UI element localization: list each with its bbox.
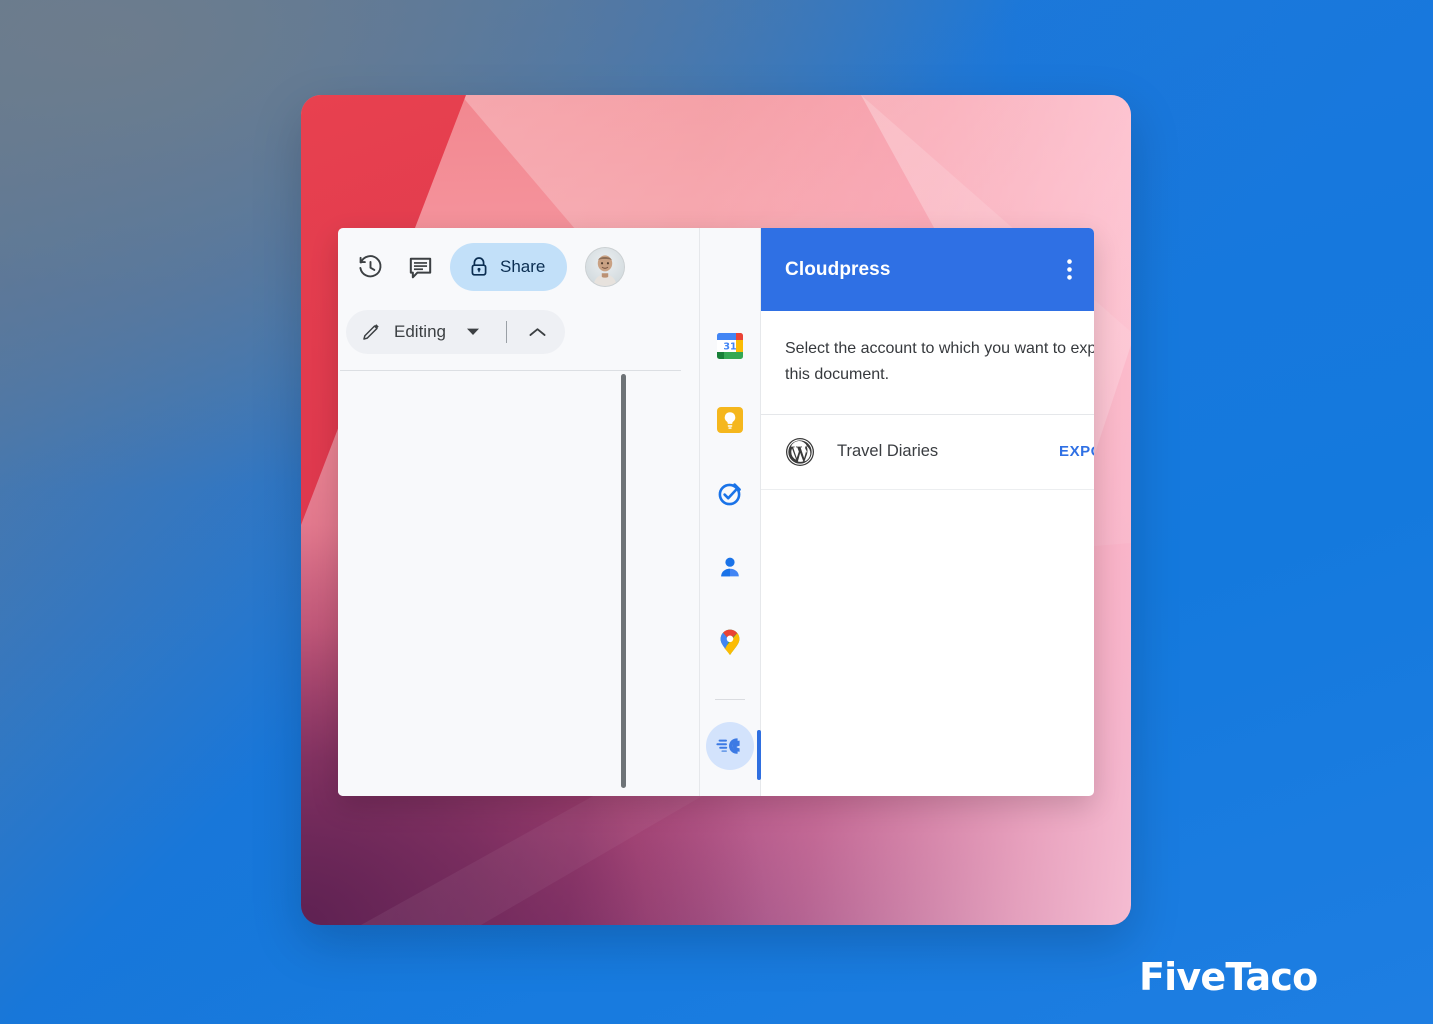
fivetaco-logo: FiveTaco (1139, 955, 1318, 999)
cloudpress-panel-title: Cloudpress (785, 258, 891, 280)
rail-item-google-contacts[interactable] (706, 543, 754, 591)
export-button[interactable]: EXPORT (1059, 443, 1094, 460)
avatar[interactable] (585, 247, 626, 287)
docs-toolbar: Share (338, 228, 699, 306)
pencil-icon (358, 319, 384, 345)
rail-item-cloudpress[interactable] (706, 722, 754, 770)
more-vertical-icon[interactable] (1051, 252, 1087, 288)
version-history-icon[interactable] (348, 245, 392, 289)
cloudpress-panel: Cloudpress Select the account to which y… (760, 228, 1094, 796)
rail-divider (715, 699, 745, 701)
editing-mode-label: Editing (394, 322, 446, 341)
rail-item-google-keep[interactable] (706, 396, 754, 444)
lock-icon (469, 256, 489, 278)
wordpress-icon (785, 437, 815, 467)
share-button-label: Share (500, 257, 546, 276)
chevron-up-icon[interactable] (523, 317, 553, 347)
comment-icon[interactable] (398, 245, 442, 289)
rail-active-indicator (757, 730, 761, 780)
share-button[interactable]: Share (450, 243, 568, 291)
rail-item-google-calendar[interactable]: 31 (706, 322, 754, 370)
addon-icon-rail: 31 (699, 228, 761, 796)
chevron-down-icon[interactable] (460, 319, 486, 345)
cloudpress-icon (716, 738, 740, 754)
docs-mode-row: Editing (338, 306, 699, 358)
docs-vertical-scrollbar[interactable] (621, 374, 626, 788)
account-name: Travel Diaries (837, 442, 939, 461)
pill-separator (505, 321, 507, 343)
editing-mode-pill[interactable]: Editing (346, 310, 565, 354)
cloudpress-instruction-text: Select the account to which you want to … (761, 311, 1094, 415)
rail-item-google-tasks[interactable] (706, 470, 754, 518)
cloudpress-panel-header: Cloudpress (761, 228, 1094, 311)
docs-document-body[interactable] (338, 371, 699, 796)
cloudpress-account-list: Travel Diaries EXPORT (761, 415, 1094, 796)
page-root: Share Editing 31 Cloudpress Select the a… (0, 0, 1433, 1024)
rail-item-google-maps[interactable] (706, 617, 754, 665)
google-docs-pane: Share Editing (338, 228, 699, 796)
user-avatar-photo (586, 248, 625, 286)
app-window: Share Editing 31 Cloudpress Select the a… (338, 228, 1094, 796)
account-row[interactable]: Travel Diaries EXPORT (761, 415, 1094, 490)
svg-text:31: 31 (723, 342, 736, 353)
